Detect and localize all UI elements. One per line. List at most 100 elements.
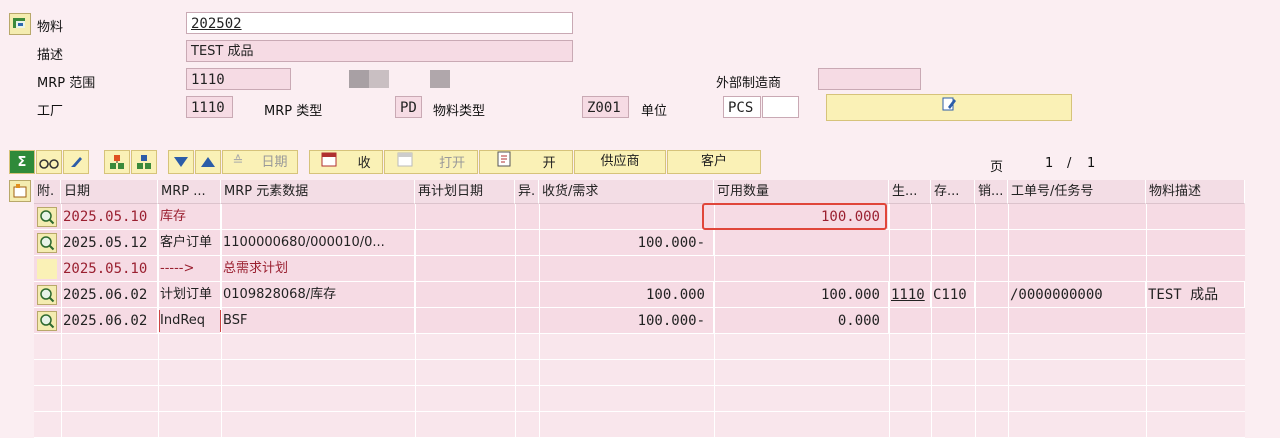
column-separator xyxy=(61,412,62,438)
page-separator: / xyxy=(1067,156,1072,171)
column-separator xyxy=(1008,308,1009,334)
col-header-mrp-data[interactable]: MRP 元素数据 xyxy=(221,180,415,204)
supplier-button[interactable]: 供应商 xyxy=(574,150,666,174)
column-separator xyxy=(539,334,540,360)
col-header-date[interactable]: 日期 xyxy=(61,180,158,204)
column-separator xyxy=(1146,412,1147,438)
sort-icon: ≙ xyxy=(232,154,244,169)
material-label: 物料 xyxy=(37,20,64,35)
column-separator xyxy=(61,334,62,360)
sort-up-icon[interactable] xyxy=(195,150,221,174)
empty-cell xyxy=(37,259,57,279)
column-separator xyxy=(889,334,890,360)
col-header-available[interactable]: 可用数量 xyxy=(714,180,889,204)
col-header-attach[interactable]: 附. xyxy=(34,180,61,204)
column-separator xyxy=(515,334,516,360)
col-header-sales[interactable]: 销... xyxy=(975,180,1008,204)
column-separator xyxy=(975,360,976,386)
column-separator xyxy=(415,204,416,230)
open2-button-label: 开 xyxy=(542,155,556,171)
glasses-icon[interactable] xyxy=(36,150,62,174)
column-separator xyxy=(515,412,516,438)
detail-icon[interactable] xyxy=(37,311,57,331)
column-separator xyxy=(415,282,416,308)
column-separator xyxy=(889,386,890,412)
table-row xyxy=(34,334,1245,360)
column-separator xyxy=(1146,334,1147,360)
col-header-order[interactable]: 工单号/任务号 xyxy=(1008,180,1146,204)
cell-data: 1100000680/000010/0... xyxy=(221,230,415,256)
column-separator xyxy=(975,204,976,230)
column-separator xyxy=(415,412,416,438)
edit-header-button[interactable] xyxy=(826,94,1072,121)
material-type-label: 物料类型 xyxy=(433,104,486,119)
col-header-receipt-req[interactable]: 收货/需求 xyxy=(539,180,714,204)
tree-collapse-icon[interactable] xyxy=(131,150,157,174)
column-separator xyxy=(1008,256,1009,282)
col-header-exception[interactable]: 异. xyxy=(515,180,539,204)
column-separator xyxy=(714,334,715,360)
sort-down-icon[interactable] xyxy=(168,150,194,174)
col-header-resched[interactable]: 再计划日期 xyxy=(415,180,515,204)
material-field[interactable]: 202502 xyxy=(186,12,573,34)
cell-data: BSF xyxy=(221,308,415,334)
date-button[interactable]: ≙ 日期 xyxy=(222,150,298,174)
column-separator xyxy=(1146,308,1147,334)
column-separator xyxy=(221,412,222,438)
mrp-grid: 附. 日期 MRP ... MRP 元素数据 再计划日期 异. 收货/需求 可用… xyxy=(34,180,1245,438)
cell-data: 总需求计划 xyxy=(221,256,415,282)
column-separator xyxy=(1146,256,1147,282)
customer-button[interactable]: 客户 xyxy=(667,150,761,174)
column-separator xyxy=(221,204,222,230)
column-separator xyxy=(889,230,890,256)
supplier-button-label: 供应商 xyxy=(600,154,640,169)
column-separator xyxy=(1008,204,1009,230)
external-mfr-field xyxy=(818,68,921,90)
plant-label: 工厂 xyxy=(37,104,64,119)
col-header-material-desc[interactable]: 物料描述 xyxy=(1146,180,1245,204)
mrp-type-label: MRP 类型 xyxy=(264,104,323,119)
column-separator xyxy=(931,230,932,256)
cell-mrp: 客户订单 xyxy=(158,230,221,256)
receipt-button[interactable]: 收 xyxy=(309,150,383,174)
detail-icon[interactable] xyxy=(37,207,57,227)
cell-order: /0000000000 xyxy=(1008,282,1146,308)
table-row xyxy=(34,386,1245,412)
cell-avail: 100.000 xyxy=(714,282,889,308)
column-separator xyxy=(515,360,516,386)
unit-label: 单位 xyxy=(641,104,668,119)
sum-icon[interactable]: Σ xyxy=(9,150,35,174)
unit-field: PCS xyxy=(723,96,761,118)
calendar-icon xyxy=(321,151,337,175)
date-button-label: 日期 xyxy=(261,154,288,170)
column-separator xyxy=(931,204,932,230)
column-separator xyxy=(1146,386,1147,412)
cell-stor: C110 xyxy=(931,282,975,308)
calendar-icon xyxy=(397,151,413,175)
pencil-icon[interactable] xyxy=(63,150,89,174)
cell-date: 2025.05.12 xyxy=(61,230,158,256)
column-separator xyxy=(539,204,540,230)
cell-plant[interactable]: 1110 xyxy=(889,282,931,308)
table-row xyxy=(34,412,1245,438)
mrp-type-field: PD xyxy=(395,96,422,118)
detail-icon[interactable] xyxy=(37,285,57,305)
column-separator xyxy=(158,334,159,360)
page-label: 页 xyxy=(990,160,1004,175)
column-separator xyxy=(714,360,715,386)
tree-expand-icon[interactable] xyxy=(104,150,130,174)
col-header-storage[interactable]: 存... xyxy=(931,180,975,204)
redacted-block xyxy=(369,70,389,88)
description-field: TEST 成品 xyxy=(186,40,573,62)
layout-icon[interactable] xyxy=(9,180,31,202)
material-icon[interactable] xyxy=(9,13,31,35)
detail-icon[interactable] xyxy=(37,233,57,253)
col-header-mrp[interactable]: MRP ... xyxy=(158,180,221,204)
column-separator xyxy=(515,230,516,256)
column-separator xyxy=(931,412,932,438)
cell-qty: 100.000 xyxy=(539,282,714,308)
col-header-plant[interactable]: 生... xyxy=(889,180,931,204)
open2-button[interactable]: 开 xyxy=(479,150,573,174)
open-button[interactable]: 打开 xyxy=(384,150,478,174)
column-separator xyxy=(539,360,540,386)
